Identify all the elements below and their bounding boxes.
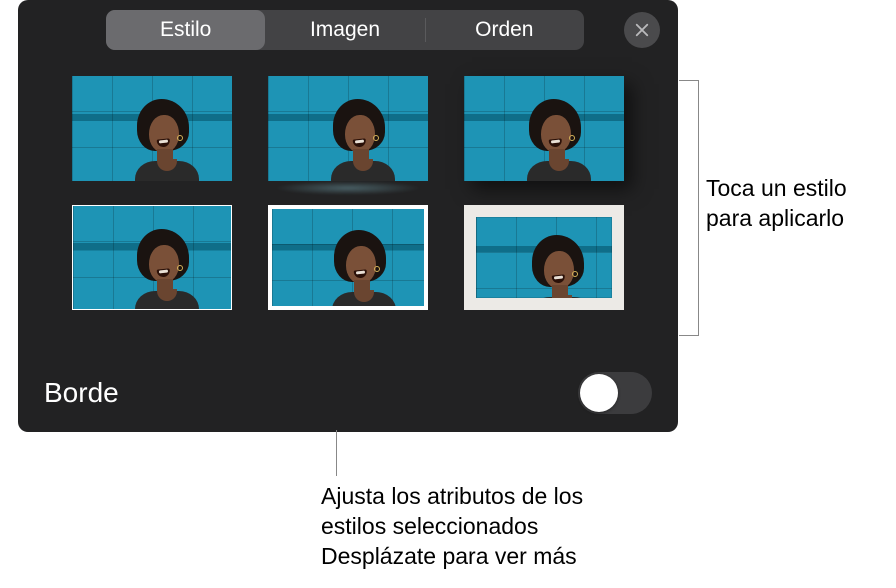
close-button[interactable]: [624, 12, 660, 48]
callout-leader-bottom: [336, 430, 337, 476]
style-thumbnail-5[interactable]: [268, 205, 428, 310]
border-row: Borde: [18, 354, 678, 432]
tab-order[interactable]: Orden: [425, 10, 584, 50]
toggle-knob: [580, 374, 618, 412]
tab-style[interactable]: Estilo: [106, 10, 265, 50]
close-icon: [633, 21, 651, 39]
tab-order-label: Orden: [475, 18, 533, 42]
style-thumbnail-6[interactable]: [464, 205, 624, 310]
callout-text-styles: Toca un estilo para aplicarlo: [706, 174, 892, 234]
tab-image-label: Imagen: [310, 18, 380, 42]
tab-style-label: Estilo: [160, 18, 211, 42]
callout-leader-right: [679, 80, 699, 336]
border-label: Borde: [44, 377, 119, 409]
style-thumbnail-2[interactable]: [268, 76, 428, 181]
style-thumbnail-4[interactable]: [72, 205, 232, 310]
border-toggle[interactable]: [578, 372, 652, 414]
format-panel: Estilo Imagen Orden: [18, 0, 678, 432]
segmented-control: Estilo Imagen Orden: [106, 10, 584, 50]
panel-header: Estilo Imagen Orden: [18, 0, 678, 50]
style-thumbnail-3[interactable]: [464, 76, 624, 181]
tab-image[interactable]: Imagen: [265, 10, 424, 50]
callout-text-attributes: Ajusta los atributos de los estilos sele…: [321, 482, 641, 572]
style-thumbnail-1[interactable]: [72, 76, 232, 181]
styles-grid: [18, 50, 678, 310]
